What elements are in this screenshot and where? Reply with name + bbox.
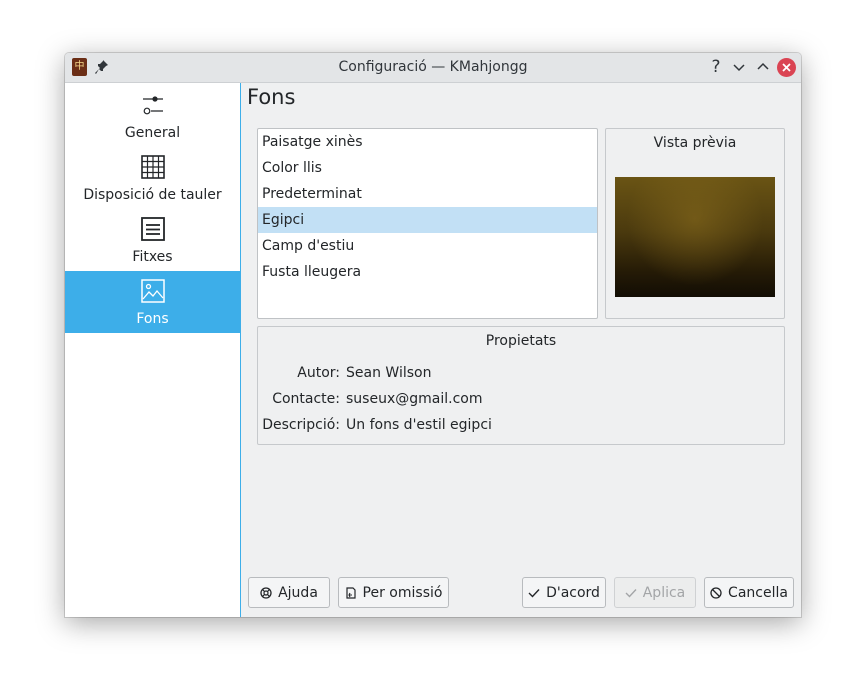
description-label: Descripció: xyxy=(262,417,340,433)
description-value: Un fons d'estil egipci xyxy=(346,417,492,433)
title-bar[interactable]: 中 Configuració — KMahjongg ? xyxy=(65,53,801,83)
defaults-button-label: Per omissió xyxy=(362,584,443,601)
page-title: Fons xyxy=(247,85,296,109)
sidebar-item-label: Fitxes xyxy=(132,249,173,265)
author-label: Autor: xyxy=(297,365,340,381)
contact-row: Contacte: suseux@gmail.com xyxy=(258,391,784,411)
properties-group: Propietats Autor: Sean Wilson Contacte: … xyxy=(257,326,785,445)
list-item[interactable]: Predeterminat xyxy=(258,181,597,207)
close-icon[interactable] xyxy=(777,58,796,77)
settings-window: 中 Configuració — KMahjongg ? General Dis… xyxy=(65,53,801,617)
help-button-label: Ajuda xyxy=(278,584,318,601)
checkmark-icon xyxy=(528,588,540,598)
minimize-icon[interactable] xyxy=(730,58,748,76)
preview-group: Vista prèvia xyxy=(605,128,785,319)
ok-button[interactable]: D'acord xyxy=(522,577,606,608)
author-row: Autor: Sean Wilson xyxy=(258,365,784,385)
sidebar-item-background[interactable]: Fons xyxy=(65,271,240,333)
cancel-button-label: Cancella xyxy=(728,584,788,601)
list-item[interactable]: Camp d'estiu xyxy=(258,233,597,259)
author-value: Sean Wilson xyxy=(346,365,432,381)
settings-sidebar: General Disposició de tauler Fitxes Fons xyxy=(65,83,241,617)
list-item[interactable]: Color llis xyxy=(258,155,597,181)
description-row: Descripció: Un fons d'estil egipci xyxy=(258,417,784,437)
help-icon[interactable]: ? xyxy=(707,58,725,76)
list-item[interactable]: Fusta lleugera xyxy=(258,259,597,285)
grid-icon xyxy=(141,155,165,179)
document-revert-icon xyxy=(345,586,356,599)
ok-button-label: D'acord xyxy=(546,584,600,601)
maximize-icon[interactable] xyxy=(754,58,772,76)
sidebar-item-board-layout[interactable]: Disposició de tauler xyxy=(65,147,240,209)
apply-button[interactable]: Aplica xyxy=(614,577,696,608)
background-preview-image xyxy=(615,177,775,297)
image-icon xyxy=(141,279,165,303)
list-item[interactable]: Paisatge xinès xyxy=(258,129,597,155)
properties-title: Propietats xyxy=(485,333,557,349)
sidebar-item-general[interactable]: General xyxy=(65,85,240,147)
contact-value: suseux@gmail.com xyxy=(346,391,483,407)
preview-title: Vista prèvia xyxy=(653,135,737,151)
slider-icon xyxy=(143,96,163,115)
sidebar-item-label: Fons xyxy=(136,311,169,327)
sidebar-item-label: General xyxy=(124,125,181,141)
defaults-button[interactable]: Per omissió xyxy=(338,577,449,608)
window-title: Configuració — KMahjongg xyxy=(338,59,528,75)
checkmark-icon xyxy=(625,588,637,598)
lifebuoy-icon xyxy=(260,586,272,599)
contact-label: Contacte: xyxy=(272,391,340,407)
cancel-button[interactable]: Cancella xyxy=(704,577,794,608)
apply-button-label: Aplica xyxy=(642,584,686,601)
help-button[interactable]: Ajuda xyxy=(248,577,330,608)
sidebar-item-tiles[interactable]: Fitxes xyxy=(65,209,240,271)
sidebar-item-label: Disposició de tauler xyxy=(83,187,222,203)
list-item-selected[interactable]: Egipci xyxy=(258,207,597,233)
cancel-icon xyxy=(710,586,722,599)
tiles-icon xyxy=(141,217,165,241)
background-list[interactable]: Paisatge xinès Color llis Predeterminat … xyxy=(257,128,598,319)
